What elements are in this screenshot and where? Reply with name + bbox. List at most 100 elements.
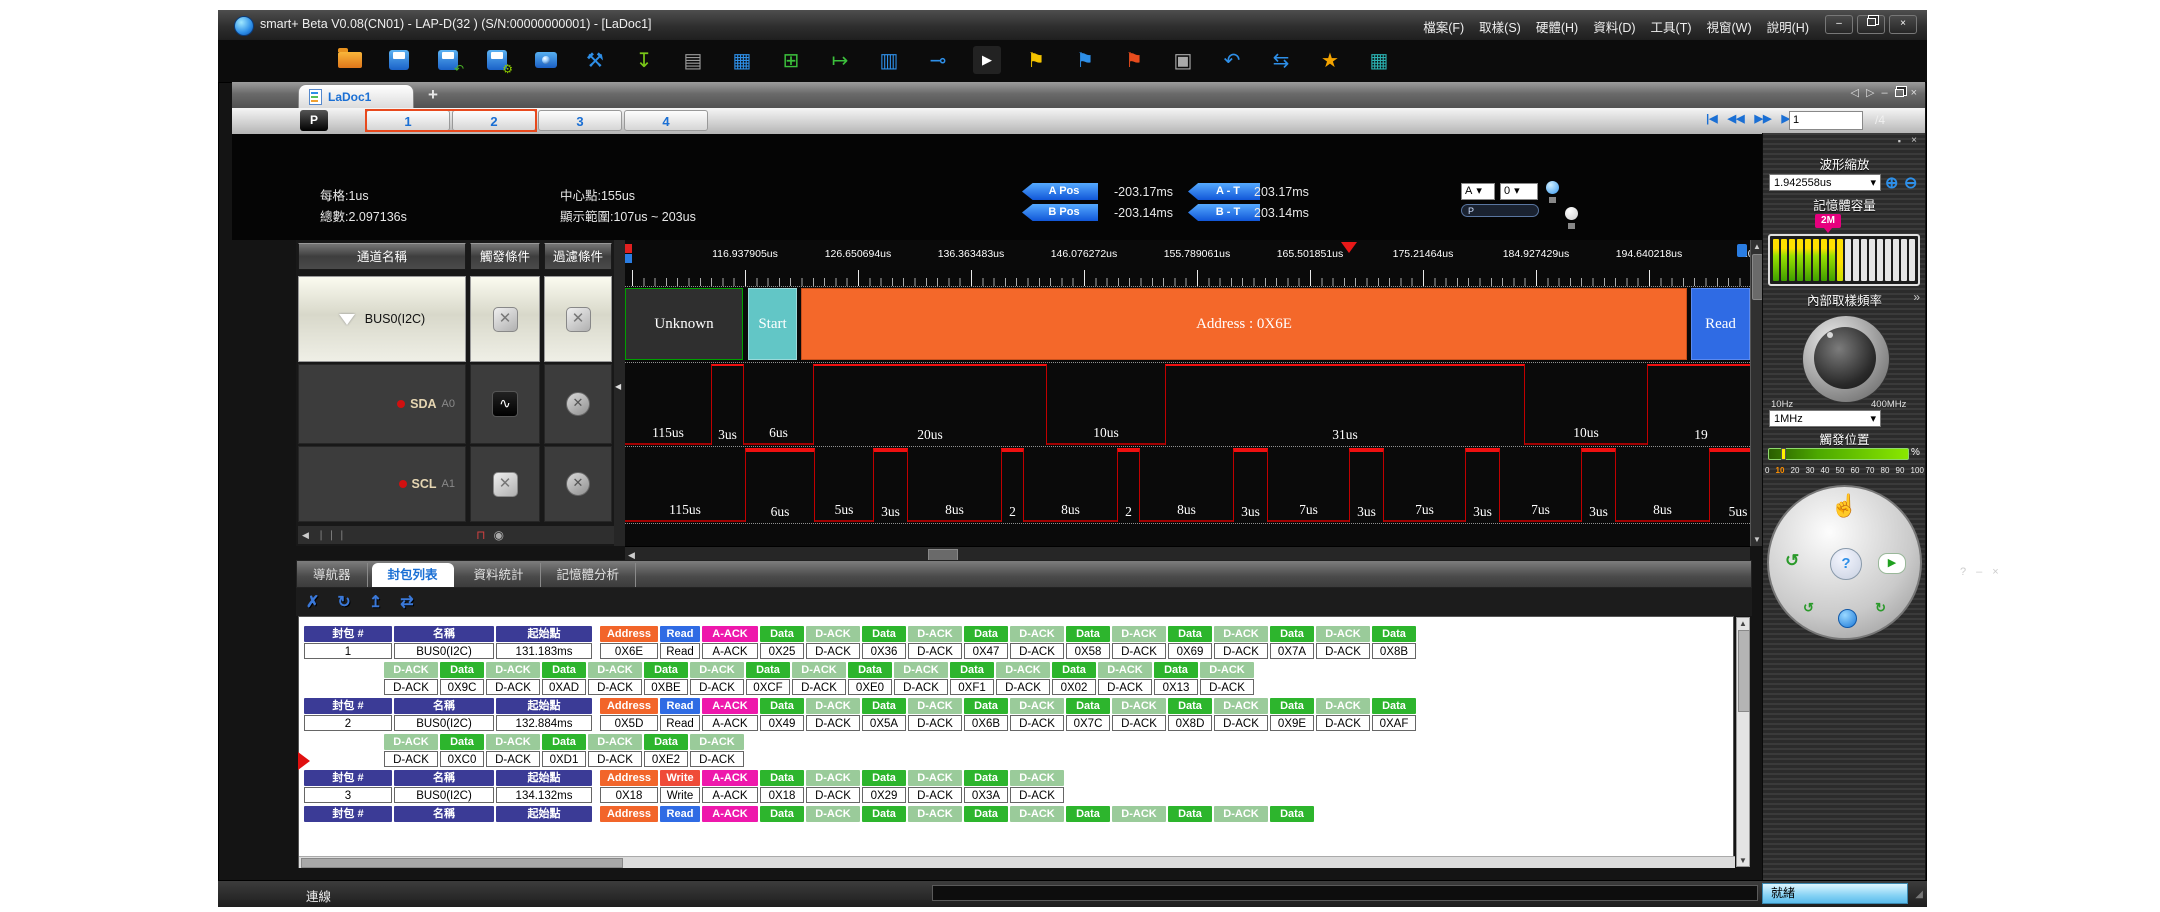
favorites-icon[interactable]: ★ bbox=[1316, 46, 1344, 74]
channel-row-sda[interactable]: SDA A0 bbox=[298, 364, 466, 444]
packet-cell[interactable]: D-ACK bbox=[996, 679, 1050, 695]
packet-cell[interactable]: D-ACK bbox=[1214, 715, 1268, 731]
window-layout-icon[interactable]: ⊞ bbox=[777, 46, 805, 74]
packet-cell[interactable]: D-ACK bbox=[792, 679, 846, 695]
packet-cell[interactable]: 0XAD bbox=[542, 679, 586, 695]
menu-item-0[interactable]: 檔案(F) bbox=[1423, 17, 1464, 36]
packet-cell[interactable]: A-ACK bbox=[702, 643, 758, 659]
packet-cell[interactable]: 0X5A bbox=[862, 715, 906, 731]
b-pos-badge[interactable]: B Pos bbox=[1022, 204, 1098, 221]
column-header-channel-name[interactable]: 通道名稱 bbox=[298, 243, 466, 270]
packet-cell[interactable]: D-ACK bbox=[1316, 643, 1370, 659]
packet-cell[interactable]: 0X7A bbox=[1270, 643, 1314, 659]
bulb-off-icon[interactable] bbox=[1564, 207, 1579, 233]
packet-cell[interactable]: 0X9C bbox=[440, 679, 484, 695]
packet-cell[interactable]: 2 bbox=[304, 715, 392, 731]
scroll-up-icon[interactable]: ▲ bbox=[1737, 619, 1749, 628]
packet-cell[interactable]: 0XD1 bbox=[542, 751, 586, 767]
curve-right-icon[interactable]: ↻ bbox=[1875, 600, 1886, 616]
probe-icon[interactable]: ◉ bbox=[493, 528, 503, 542]
packet-cell[interactable]: 1 bbox=[304, 643, 392, 659]
tab-next-button[interactable]: ▷ bbox=[1866, 86, 1874, 99]
packet-cell[interactable]: 0X8D bbox=[1168, 715, 1212, 731]
p-mini-slider[interactable]: P bbox=[1461, 204, 1539, 217]
packet-cell[interactable]: D-ACK bbox=[486, 751, 540, 767]
curve-left-icon[interactable]: ↺ bbox=[1803, 600, 1814, 616]
compare-doc-icon[interactable]: ▥ bbox=[875, 46, 903, 74]
new-tab-button[interactable]: + bbox=[428, 85, 438, 105]
packet-cell[interactable]: 0X29 bbox=[862, 787, 906, 803]
collapse-left-icon[interactable]: ◀ bbox=[615, 382, 621, 391]
flag-t-icon[interactable]: ⚑ bbox=[1120, 46, 1148, 74]
scroll-down-icon[interactable]: ▼ bbox=[1737, 856, 1749, 865]
page-button-3[interactable]: 3 bbox=[538, 110, 622, 131]
packet-cell[interactable]: BUS0(I2C) bbox=[394, 787, 494, 803]
page-nav-1[interactable]: ◀◀ bbox=[1728, 112, 1745, 125]
bulb-on-icon[interactable] bbox=[1545, 181, 1560, 207]
packet-settings-icon[interactable]: ✗ bbox=[306, 592, 319, 612]
panel-splitter[interactable]: ◀ bbox=[614, 240, 625, 546]
undo-zoom-icon[interactable]: ↶ bbox=[1218, 46, 1246, 74]
packet-cell[interactable]: D-ACK bbox=[894, 679, 948, 695]
packet-cell[interactable]: 0X5D bbox=[600, 715, 658, 731]
packet-cell[interactable]: 0X69 bbox=[1168, 643, 1212, 659]
packet-cell[interactable]: D-ACK bbox=[908, 787, 962, 803]
packet-cell[interactable]: D-ACK bbox=[806, 643, 860, 659]
marker-index-select[interactable]: 0▾ bbox=[1500, 183, 1538, 200]
packet-cell[interactable]: D-ACK bbox=[1010, 715, 1064, 731]
bus-row[interactable]: BUS0(I2C) bbox=[298, 276, 466, 362]
register-view-icon[interactable]: ▦ bbox=[728, 46, 756, 74]
packet-cell[interactable]: D-ACK bbox=[690, 679, 744, 695]
menu-item-6[interactable]: 說明(H) bbox=[1767, 17, 1809, 36]
table-vscrollbar[interactable]: ▲ ▼ bbox=[1736, 617, 1750, 867]
packet-cell[interactable]: 0XBE bbox=[644, 679, 688, 695]
packet-cell[interactable]: D-ACK bbox=[588, 751, 642, 767]
packet-cell[interactable]: 0XE0 bbox=[848, 679, 892, 695]
packet-cell[interactable]: Read bbox=[660, 715, 700, 731]
close-button[interactable]: × bbox=[1889, 15, 1917, 34]
panel-minimize-button[interactable]: – bbox=[1976, 566, 1982, 578]
hand-cursor-icon[interactable]: ☝ bbox=[1769, 493, 1920, 519]
navigation-wheel[interactable]: ☝ ↺ ? ▶ ↺ ↻ bbox=[1767, 485, 1922, 640]
zoom-in-icon[interactable]: ⊕ bbox=[1885, 173, 1898, 193]
packet-cell[interactable]: 0X02 bbox=[1052, 679, 1096, 695]
save-file-icon[interactable] bbox=[385, 46, 413, 74]
packet-cell[interactable]: D-ACK bbox=[1010, 787, 1064, 803]
a-t-badge[interactable]: A - T bbox=[1188, 183, 1260, 200]
waveform-panel[interactable]: 116.937905us126.650694us136.363483us146.… bbox=[625, 240, 1750, 546]
menu-item-3[interactable]: 資料(D) bbox=[1593, 17, 1635, 36]
packet-cell[interactable]: 0X47 bbox=[964, 643, 1008, 659]
packet-cell[interactable]: D-ACK bbox=[908, 643, 962, 659]
page-button-4[interactable]: 4 bbox=[624, 110, 708, 131]
packet-cell[interactable]: D-ACK bbox=[1010, 643, 1064, 659]
packet-cell[interactable]: 134.132ms bbox=[496, 787, 592, 803]
open-file-icon[interactable] bbox=[336, 46, 364, 74]
packet-cell[interactable]: D-ACK bbox=[384, 679, 438, 695]
packet-cell[interactable]: 132.884ms bbox=[496, 715, 592, 731]
flag-a-icon[interactable]: ⚑ bbox=[1022, 46, 1050, 74]
packet-cell[interactable]: 0X9E bbox=[1270, 715, 1314, 731]
column-header-trigger[interactable]: 觸發條件 bbox=[470, 243, 540, 270]
packet-cell[interactable]: 0X6E bbox=[600, 643, 658, 659]
doc-restore-button[interactable] bbox=[1895, 89, 1904, 97]
resize-grip[interactable]: ◢ bbox=[1915, 889, 1923, 900]
tab-prev-button[interactable]: ◁ bbox=[1851, 86, 1859, 99]
packet-cell[interactable]: D-ACK bbox=[1112, 715, 1166, 731]
screenshot-icon[interactable] bbox=[532, 46, 560, 74]
restore-button[interactable] bbox=[1857, 15, 1885, 34]
scroll-grip[interactable]: ❘❘❘ bbox=[317, 530, 348, 541]
page-nav-0[interactable]: |◀ bbox=[1706, 112, 1718, 125]
packet-cell[interactable]: D-ACK bbox=[1112, 643, 1166, 659]
tab-3[interactable]: 記憶體分析 bbox=[541, 563, 637, 587]
packet-cell[interactable]: 0X18 bbox=[600, 787, 658, 803]
a-pos-badge[interactable]: A Pos bbox=[1022, 183, 1098, 200]
play-right-icon[interactable]: ▶ bbox=[1878, 553, 1906, 574]
sampling-icon[interactable]: ↧ bbox=[630, 46, 658, 74]
packet-cell[interactable]: Write bbox=[660, 787, 700, 803]
trigger-marker-icon[interactable] bbox=[1341, 242, 1357, 253]
b-t-badge[interactable]: B - T bbox=[1188, 204, 1260, 221]
packet-cell[interactable]: BUS0(I2C) bbox=[394, 643, 494, 659]
packet-cell[interactable]: D-ACK bbox=[690, 751, 744, 767]
tab-2[interactable]: 資料統計 bbox=[458, 563, 541, 587]
signal-export-icon[interactable]: ↦ bbox=[826, 46, 854, 74]
